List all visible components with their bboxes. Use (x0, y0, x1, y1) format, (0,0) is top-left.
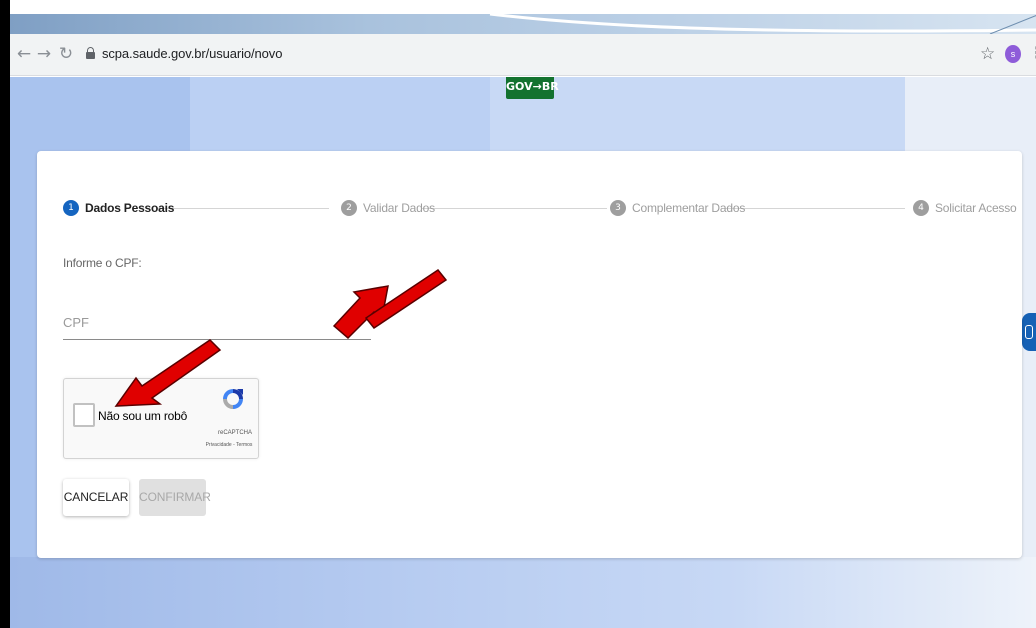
step-number: 2 (341, 200, 357, 216)
step-complementar-dados: 3 Complementar Dados (610, 198, 745, 218)
lock-icon[interactable] (86, 47, 95, 59)
annotation-arrow-recaptcha (114, 339, 222, 407)
address-bar[interactable]: scpa.saude.gov.br/usuario/novo (80, 39, 1010, 69)
recaptcha-privacy-links[interactable]: Privacidade - Termos (200, 442, 258, 448)
reload-icon: ↻ (58, 44, 74, 64)
forward-button[interactable]: → (34, 43, 54, 65)
back-button[interactable]: ← (14, 43, 34, 65)
step-label: Dados Pessoais (85, 201, 175, 215)
step-number: 4 (913, 200, 929, 216)
url-text[interactable]: scpa.saude.gov.br/usuario/novo (102, 46, 282, 61)
step-label: Validar Dados (363, 201, 435, 215)
recaptcha-checkbox[interactable] (73, 403, 95, 427)
step-label: Solicitar Acesso (935, 201, 1017, 215)
annotation-arrow-cpf (332, 268, 448, 340)
stepper-connector (157, 208, 329, 209)
cpf-prompt-label: Informe o CPF: (63, 256, 142, 270)
step-number: 1 (63, 200, 79, 216)
accessibility-widget-button[interactable] (1022, 313, 1036, 351)
step-label: Complementar Dados (632, 201, 746, 215)
gov-br-logo[interactable]: GOV→BR (506, 77, 559, 99)
step-validar-dados: 2 Validar Dados (341, 198, 435, 218)
bookmark-star-icon[interactable]: ☆ (980, 43, 1000, 65)
hand-icon (1025, 325, 1033, 339)
top-decorative-strip (10, 0, 1036, 34)
recaptcha-brand: reCAPTCHA (217, 430, 252, 436)
browser-toolbar: ← → ↻ scpa.saude.gov.br/usuario/novo ☆ s… (10, 34, 1036, 76)
step-solicitar-acesso: 4 Solicitar Acesso (913, 198, 1017, 218)
step-dados-pessoais: 1 Dados Pessoais (63, 198, 174, 218)
confirm-button[interactable]: CONFIRMAR (139, 479, 211, 516)
cpf-input[interactable] (63, 306, 371, 340)
cancel-button[interactable]: CANCELAR (63, 479, 129, 516)
strip-wave-shape (340, 0, 1036, 34)
arrow-right-icon: → (36, 44, 52, 64)
profile-avatar[interactable]: s (1005, 45, 1021, 63)
arrow-left-icon: ← (16, 44, 32, 64)
stepper-connector (725, 208, 905, 209)
stepper-connector (421, 208, 607, 209)
left-frame-border (0, 0, 10, 628)
step-number: 3 (610, 200, 626, 216)
reload-button[interactable]: ↻ (56, 43, 76, 65)
kebab-menu-icon[interactable]: ⋮ (1029, 43, 1036, 65)
